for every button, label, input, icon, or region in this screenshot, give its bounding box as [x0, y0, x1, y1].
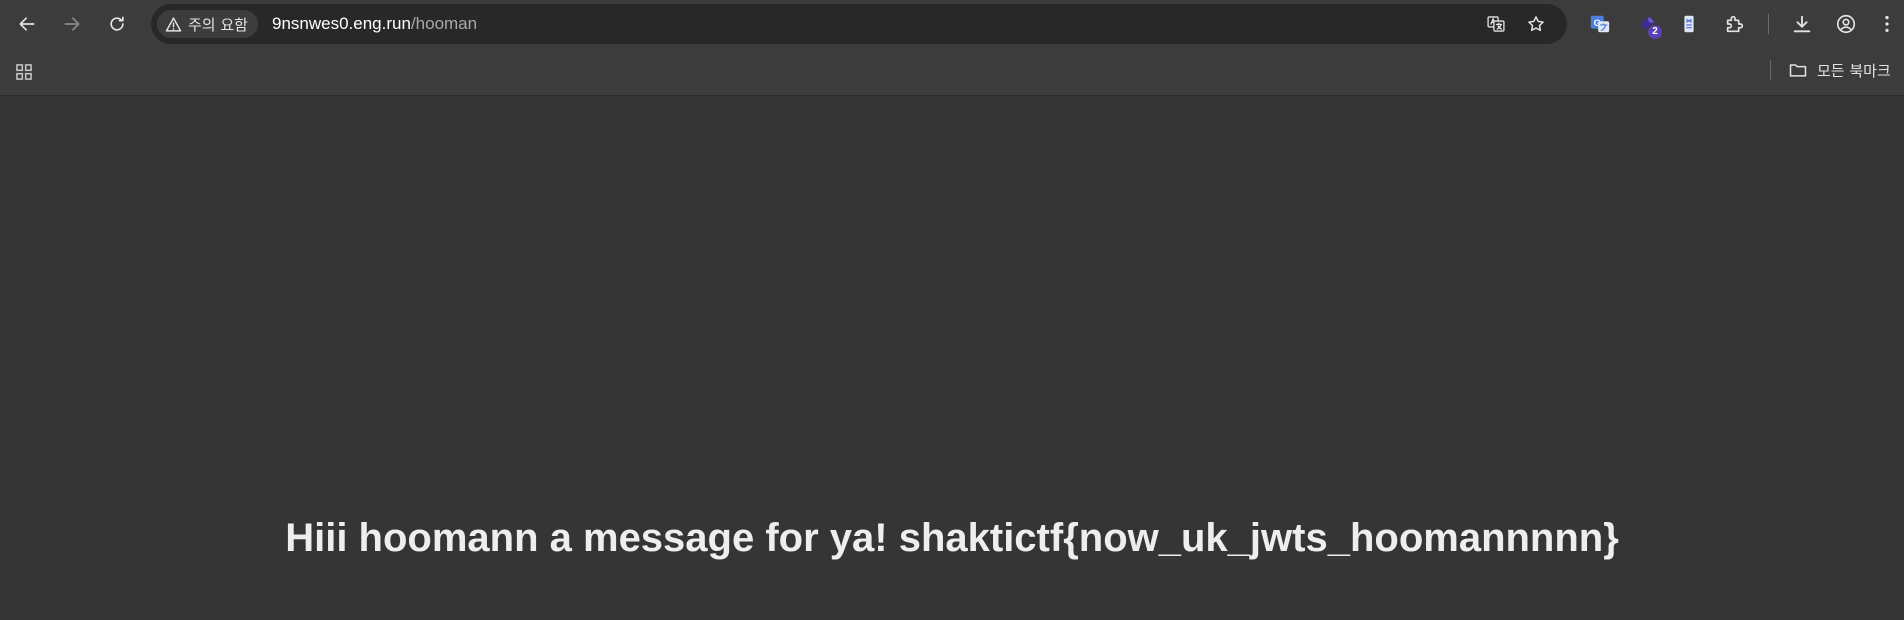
apps-grid-icon — [16, 64, 32, 80]
warning-triangle-icon — [165, 16, 182, 32]
downloads-button[interactable] — [1786, 8, 1818, 40]
address-bar[interactable]: 주의 요함 9nsnwes0.eng.run/hooman — [151, 4, 1567, 44]
extension-with-badge-button[interactable]: 2 — [1632, 8, 1664, 40]
security-warning-chip[interactable]: 주의 요함 — [157, 10, 258, 38]
folder-icon — [1789, 64, 1807, 77]
google-translate-extension-button[interactable]: G — [1584, 8, 1616, 40]
more-vertical-icon — [1885, 15, 1889, 33]
url-host: 9nsnwes0.eng.run — [272, 14, 411, 33]
star-icon — [1528, 16, 1544, 32]
forward-button[interactable] — [56, 8, 88, 40]
bookmark-extension-icon — [1684, 15, 1694, 33]
arrow-right-icon — [64, 17, 80, 31]
translate-icon — [1487, 16, 1505, 32]
flag-message: Hiii hoomann a message for ya! shaktictf… — [285, 516, 1619, 560]
bookmark-extension-button[interactable] — [1673, 8, 1705, 40]
url-path: /hooman — [410, 14, 478, 33]
all-bookmarks-label: 모든 북마크 — [1817, 61, 1891, 80]
reload-button[interactable] — [101, 8, 133, 40]
back-button[interactable] — [11, 8, 43, 40]
reload-icon — [110, 16, 124, 31]
google-translate-extension-icon: G — [1590, 15, 1610, 33]
browser-window: 주의 요함 9nsnwes0.eng.run/hooman G 2 모든 북마크… — [0, 0, 1904, 620]
puzzle-icon — [1726, 15, 1744, 33]
bookmarks-divider — [1770, 60, 1771, 80]
security-chip-label: 주의 요함 — [188, 15, 248, 34]
page-content: Hiii hoomann a message for ya! shaktictf… — [0, 96, 1904, 620]
translate-page-button[interactable] — [1482, 10, 1510, 38]
account-circle-icon — [1836, 14, 1856, 34]
toolbar-divider — [1768, 14, 1769, 34]
browser-toolbar: 주의 요함 9nsnwes0.eng.run/hooman G 2 — [0, 0, 1904, 48]
apps-button[interactable] — [10, 58, 38, 86]
download-icon — [1793, 15, 1811, 33]
url-text[interactable]: 9nsnwes0.eng.run/hooman — [272, 4, 477, 44]
all-bookmarks-folder[interactable]: 모든 북마크 — [1788, 56, 1891, 84]
bookmark-star-button[interactable] — [1522, 10, 1550, 38]
more-menu-button[interactable] — [1871, 8, 1903, 40]
extension-count-badge: 2 — [1648, 25, 1662, 39]
profile-button[interactable] — [1830, 8, 1862, 40]
bookmarks-bar: 모든 북마크 — [0, 48, 1904, 96]
arrow-left-icon — [19, 17, 35, 31]
extensions-menu-button[interactable] — [1719, 8, 1751, 40]
